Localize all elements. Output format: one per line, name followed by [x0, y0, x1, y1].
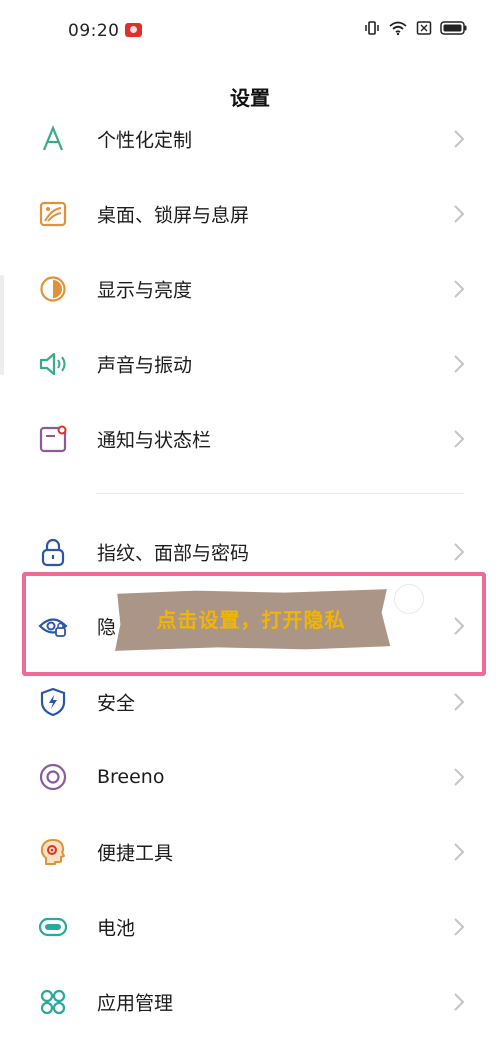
settings-item-label: 便捷工具: [97, 842, 174, 865]
chevron-right-icon: [454, 355, 465, 373]
notification-icon: [39, 425, 67, 453]
chevron-right-icon: [454, 918, 465, 936]
wallpaper-icon: [39, 201, 67, 227]
settings-item-apps[interactable]: 应用管理: [0, 965, 500, 1039]
display-icon: [40, 276, 66, 302]
security-icon: [40, 687, 66, 717]
chevron-right-icon: [454, 280, 465, 298]
settings-item-battery[interactable]: 电池: [0, 890, 500, 964]
battery-setting-icon: [38, 917, 68, 937]
status-icons: [364, 20, 468, 36]
vibrate-icon: [365, 21, 379, 35]
chevron-right-icon: [454, 205, 465, 223]
settings-item-tools[interactable]: 便捷工具: [0, 815, 500, 889]
settings-item-label: 声音与振动: [97, 354, 193, 377]
settings-item-label: 电池: [97, 917, 136, 940]
settings-item-personalize[interactable]: 个性化定制: [0, 102, 500, 176]
settings-item-label: 应用管理: [97, 992, 174, 1015]
annotation-text: 点击设置，打开隐私: [156, 608, 346, 632]
touch-indicator: [394, 584, 424, 614]
chevron-right-icon: [454, 768, 465, 786]
settings-item-notification[interactable]: 通知与状态栏: [0, 402, 500, 476]
settings-item-display[interactable]: 显示与亮度: [0, 252, 500, 326]
lock-icon: [41, 538, 65, 567]
chevron-right-icon: [454, 543, 465, 561]
settings-item-label: 安全: [97, 692, 136, 715]
status-time: 09:20: [68, 21, 120, 41]
status-bar: 09:20: [0, 0, 500, 62]
settings-item-sound[interactable]: 声音与振动: [0, 327, 500, 401]
chevron-right-icon: [454, 430, 465, 448]
breeno-icon: [39, 763, 67, 791]
chevron-right-icon: [454, 843, 465, 861]
chevron-right-icon: [454, 693, 465, 711]
apps-icon: [40, 989, 66, 1015]
settings-item-label: Breeno: [97, 766, 165, 788]
settings-item-label: 桌面、锁屏与息屏: [97, 204, 250, 227]
settings-item-breeno[interactable]: Breeno: [0, 740, 500, 814]
tools-icon: [40, 839, 65, 865]
settings-item-label: 显示与亮度: [97, 279, 193, 302]
section-divider: [96, 493, 464, 494]
settings-item-security[interactable]: 安全: [0, 665, 500, 739]
nfc-icon: [416, 21, 432, 35]
personalize-icon: [42, 125, 64, 151]
settings-item-label: 个性化定制: [97, 129, 193, 152]
battery-icon: [440, 21, 467, 35]
settings-item-wallpaper[interactable]: 桌面、锁屏与息屏: [0, 177, 500, 251]
settings-item-label: 通知与状态栏: [97, 429, 212, 452]
sound-icon: [39, 352, 66, 376]
wifi-icon: [389, 21, 407, 36]
screen-record-icon: [125, 23, 142, 37]
settings-item-label: 指纹、面部与密码: [97, 542, 250, 565]
chevron-right-icon: [454, 993, 465, 1011]
chevron-right-icon: [454, 130, 465, 148]
